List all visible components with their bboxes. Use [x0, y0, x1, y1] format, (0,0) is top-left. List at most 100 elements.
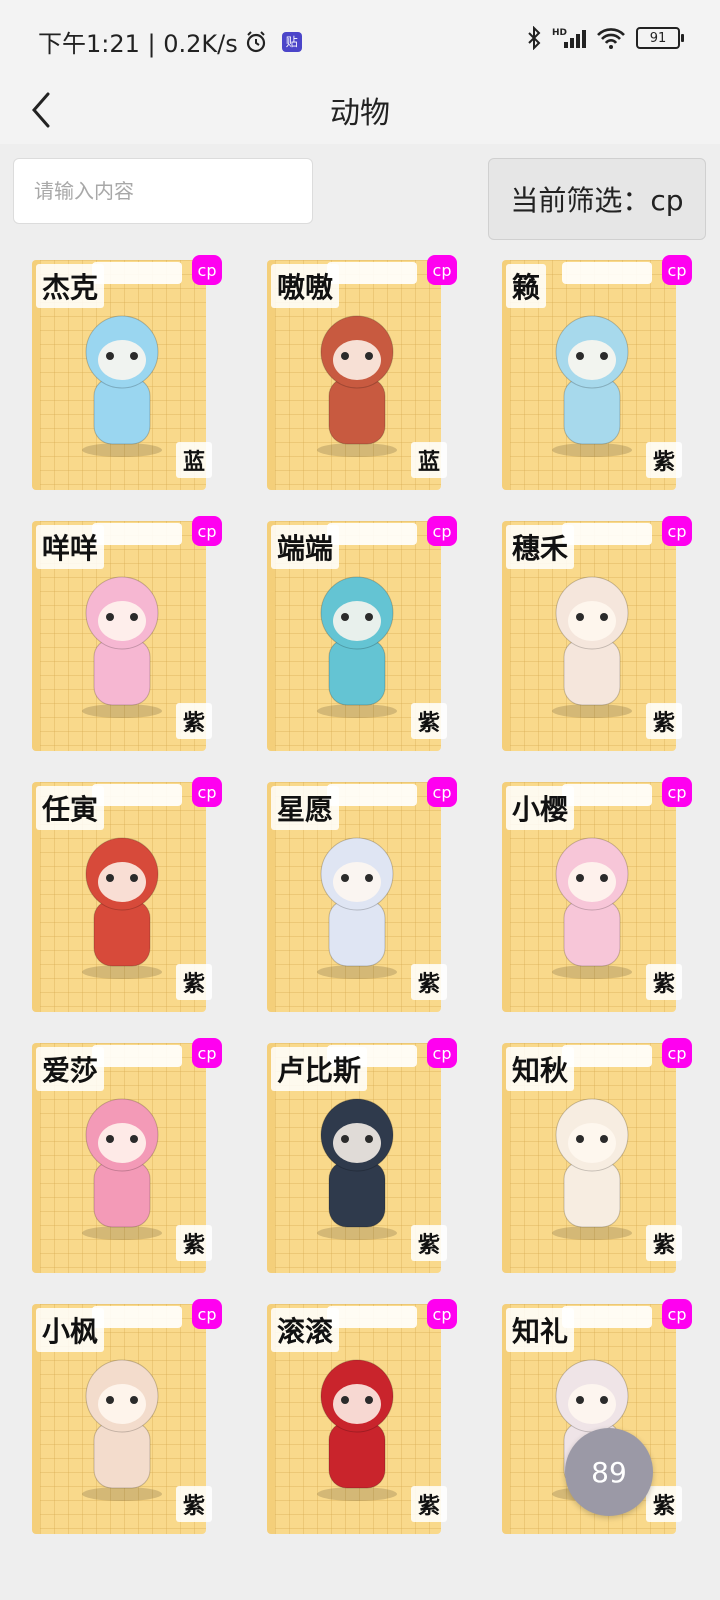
character-name: 小樱 — [506, 786, 575, 830]
cp-tag: cp — [662, 516, 692, 546]
status-bar: 下午1:21 | 0.2K/s 贴 HD 91 — [0, 0, 720, 80]
character-name: 端端 — [271, 525, 340, 569]
search-input[interactable] — [14, 159, 312, 223]
character-card[interactable]: 咩咩 cp 紫 — [32, 516, 222, 751]
title-bar: 动物 — [0, 80, 720, 144]
character-illustration — [552, 576, 632, 718]
svg-text:HD: HD — [552, 28, 567, 38]
character-name: 籁 — [506, 264, 547, 308]
speech-bubble-decoration — [327, 523, 417, 545]
alarm-icon — [246, 30, 265, 52]
character-name: 卢比斯 — [271, 1047, 368, 1091]
speech-bubble-decoration — [92, 523, 182, 545]
item-count-badge[interactable]: 89 — [565, 1428, 653, 1516]
cp-tag: cp — [192, 1038, 222, 1068]
rarity-badge: 蓝 — [176, 442, 212, 478]
character-name: 任寅 — [36, 786, 105, 830]
character-illustration — [552, 837, 632, 979]
character-illustration — [82, 576, 162, 718]
rarity-badge: 紫 — [646, 442, 682, 478]
speech-bubble-decoration — [92, 1306, 182, 1328]
speech-bubble-decoration — [562, 1045, 652, 1067]
character-card[interactable]: 小枫 cp 紫 — [32, 1299, 222, 1534]
item-count: 89 — [591, 1455, 627, 1489]
character-card[interactable]: 穗禾 cp 紫 — [502, 516, 692, 751]
rarity-badge: 紫 — [646, 964, 682, 1000]
character-card[interactable]: 籁 cp 紫 — [502, 255, 692, 490]
rarity-badge: 紫 — [646, 703, 682, 739]
speech-bubble-decoration — [562, 1306, 652, 1328]
character-name: 爱莎 — [36, 1047, 105, 1091]
cp-tag: cp — [427, 255, 457, 285]
rarity-badge: 紫 — [176, 1225, 212, 1261]
speech-bubble-decoration — [327, 784, 417, 806]
character-card[interactable]: 知秋 cp 紫 — [502, 1038, 692, 1273]
character-name: 杰克 — [36, 264, 105, 308]
status-right: HD 91 — [526, 26, 684, 50]
character-card[interactable]: 小樱 cp 紫 — [502, 777, 692, 1012]
cp-tag: cp — [662, 1038, 692, 1068]
character-name: 穗禾 — [506, 525, 575, 569]
character-illustration — [317, 1098, 397, 1240]
speech-bubble-decoration — [562, 262, 652, 284]
speech-bubble-decoration — [92, 784, 182, 806]
rarity-badge: 紫 — [411, 1486, 447, 1522]
cp-tag: cp — [662, 255, 692, 285]
battery-indicator: 91 — [636, 27, 684, 49]
character-illustration — [317, 1359, 397, 1501]
rarity-badge: 紫 — [411, 964, 447, 1000]
cp-tag: cp — [662, 777, 692, 807]
status-left: 下午1:21 | 0.2K/s 贴 — [38, 24, 302, 59]
cp-tag: cp — [427, 1299, 457, 1329]
character-name: 星愿 — [271, 786, 340, 830]
character-card[interactable]: 任寅 cp 紫 — [32, 777, 222, 1012]
character-illustration — [82, 837, 162, 979]
character-illustration — [552, 1098, 632, 1240]
character-card[interactable]: 嗷嗷 cp 蓝 — [267, 255, 457, 490]
character-card[interactable]: 星愿 cp 紫 — [267, 777, 457, 1012]
speech-bubble-decoration — [92, 262, 182, 284]
character-card[interactable]: 杰克 cp 蓝 — [32, 255, 222, 490]
character-illustration — [82, 315, 162, 457]
cp-tag: cp — [427, 516, 457, 546]
rarity-badge: 蓝 — [411, 442, 447, 478]
character-card[interactable]: 卢比斯 cp 紫 — [267, 1038, 457, 1273]
current-filter-button[interactable]: 当前筛选：cp — [488, 158, 706, 240]
battery-level: 91 — [649, 30, 667, 46]
cp-tag: cp — [192, 1299, 222, 1329]
speech-bubble-decoration — [327, 262, 417, 284]
cp-tag: cp — [192, 777, 222, 807]
character-illustration — [317, 837, 397, 979]
rarity-badge: 紫 — [646, 1486, 682, 1522]
character-illustration — [82, 1359, 162, 1501]
tie-app-icon: 贴 — [281, 31, 302, 52]
speech-bubble-decoration — [562, 523, 652, 545]
cp-tag: cp — [192, 516, 222, 546]
character-name: 咩咩 — [36, 525, 105, 569]
character-name: 知秋 — [506, 1047, 575, 1091]
wifi-icon — [597, 28, 625, 49]
bluetooth-icon — [528, 26, 541, 50]
character-illustration — [317, 315, 397, 457]
character-card[interactable]: 滚滚 cp 紫 — [267, 1299, 457, 1534]
speech-bubble-decoration — [327, 1306, 417, 1328]
cp-tag: cp — [427, 1038, 457, 1068]
character-name: 滚滚 — [271, 1308, 340, 1352]
character-name: 小枫 — [36, 1308, 105, 1352]
rarity-badge: 紫 — [176, 1486, 212, 1522]
speech-bubble-decoration — [92, 1045, 182, 1067]
character-illustration — [317, 576, 397, 718]
search-box[interactable] — [13, 158, 313, 224]
character-name: 知礼 — [506, 1308, 575, 1352]
cp-tag: cp — [192, 255, 222, 285]
cellular-signal-icon: HD — [552, 28, 586, 48]
time-and-speed: 下午1:21 | 0.2K/s — [38, 30, 238, 58]
character-card[interactable]: 端端 cp 紫 — [267, 516, 457, 751]
cp-tag: cp — [662, 1299, 692, 1329]
character-illustration — [552, 315, 632, 457]
page-title: 动物 — [330, 96, 390, 131]
character-card[interactable]: 爱莎 cp 紫 — [32, 1038, 222, 1273]
character-name: 嗷嗷 — [271, 264, 340, 308]
rarity-badge: 紫 — [411, 1225, 447, 1261]
current-filter-label: 当前筛选：cp — [510, 184, 684, 217]
